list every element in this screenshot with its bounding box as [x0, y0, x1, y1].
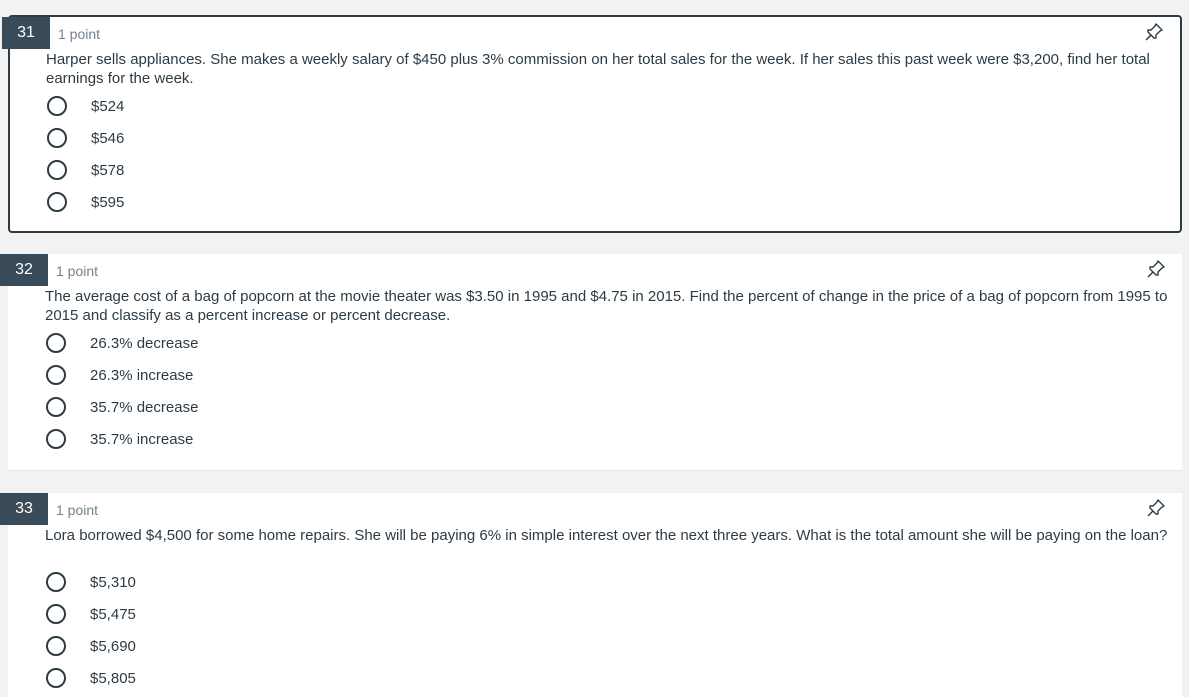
answer-option[interactable]: $5,475: [45, 598, 136, 630]
question-text: Harper sells appliances. She makes a wee…: [46, 51, 1150, 87]
answer-option[interactable]: 26.3% decrease: [45, 327, 198, 359]
answer-options: $524 $546 $578 $595: [46, 90, 124, 218]
answer-label: $5,475: [90, 605, 136, 623]
answer-option[interactable]: $578: [46, 154, 124, 186]
answer-option[interactable]: $5,690: [45, 630, 136, 662]
answer-option[interactable]: 26.3% increase: [45, 359, 193, 391]
pin-icon[interactable]: [1146, 498, 1166, 518]
pin-icon[interactable]: [1146, 259, 1166, 279]
answer-label: $524: [91, 97, 125, 115]
answer-label: 26.3% increase: [90, 366, 194, 384]
answer-options: 26.3% decrease 26.3% increase 35.7% decr…: [45, 327, 198, 455]
question-points: 1 point: [58, 26, 101, 42]
answer-label: $5,310: [90, 573, 136, 591]
radio-circle-icon[interactable]: [47, 192, 67, 212]
question-text: The average cost of a bag of popcorn at …: [45, 288, 1168, 324]
question-text: Lora borrowed $4,500 for some home repai…: [45, 527, 1168, 544]
question-32: 32 1 point The average cost of a bag of …: [0, 254, 1182, 470]
answer-option[interactable]: $5,805: [45, 662, 136, 694]
question-number: 33: [0, 493, 48, 525]
answer-label: $546: [91, 129, 125, 147]
radio-circle-icon[interactable]: [46, 636, 66, 656]
quiz-container: 31 1 point Harper sells appliances. She …: [0, 0, 1189, 697]
answer-option[interactable]: $524: [46, 90, 124, 122]
question-points: 1 point: [56, 263, 99, 279]
answer-option[interactable]: $546: [46, 122, 124, 154]
answer-label: 35.7% decrease: [90, 398, 199, 416]
pin-icon[interactable]: [1144, 22, 1164, 42]
question-divider: [8, 470, 1182, 471]
answer-label: $595: [91, 193, 125, 211]
radio-circle-icon[interactable]: [46, 572, 66, 592]
answer-label: $5,690: [90, 637, 136, 655]
answer-option[interactable]: $5,310: [45, 566, 136, 598]
answer-label: 35.7% increase: [90, 430, 194, 448]
question-points: 1 point: [56, 502, 99, 518]
radio-circle-icon[interactable]: [46, 397, 66, 417]
question-number: 32: [0, 254, 48, 286]
radio-circle-icon[interactable]: [46, 429, 66, 449]
radio-circle-icon[interactable]: [47, 96, 67, 116]
radio-circle-icon[interactable]: [46, 668, 66, 688]
radio-circle-icon[interactable]: [47, 128, 67, 148]
radio-circle-icon[interactable]: [47, 160, 67, 180]
radio-circle-icon[interactable]: [46, 333, 66, 353]
answer-option[interactable]: 35.7% decrease: [45, 391, 198, 423]
answer-option[interactable]: 35.7% increase: [45, 423, 193, 455]
question-33: 33 1 point Lora borrowed $4,500 for some…: [0, 493, 1182, 697]
answer-option[interactable]: $595: [46, 186, 124, 218]
question-31: 31 1 point Harper sells appliances. She …: [2, 15, 1182, 233]
answer-options: $5,310 $5,475 $5,690 $5,805: [45, 566, 136, 694]
question-number: 31: [2, 17, 50, 49]
radio-circle-icon[interactable]: [46, 365, 66, 385]
radio-circle-icon[interactable]: [46, 604, 66, 624]
answer-label: 26.3% decrease: [90, 334, 199, 352]
answer-label: $5,805: [90, 669, 136, 687]
answer-label: $578: [91, 161, 125, 179]
